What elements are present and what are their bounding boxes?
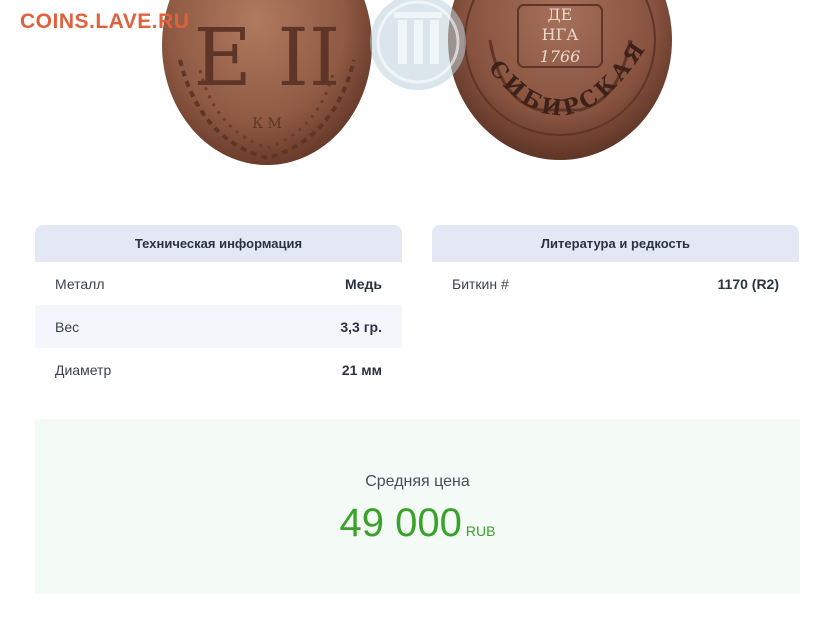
literature-row: Биткин # 1170 (R2)	[432, 262, 799, 305]
obverse-monogram: Е II	[193, 11, 340, 104]
coin-obverse: Е II К М	[162, 0, 372, 165]
tech-info-row: Металл Медь	[35, 262, 402, 305]
row-value: Медь	[345, 275, 382, 292]
tech-info-title: Техническая информация	[35, 225, 402, 262]
literature-title: Литература и редкость	[432, 225, 799, 262]
row-value: 21 мм	[341, 361, 382, 378]
tech-info-row: Диаметр 21 мм	[35, 348, 402, 391]
row-label: Металл	[55, 275, 105, 292]
tech-info-row: Вес 3,3 гр.	[35, 305, 402, 348]
tech-info-card: Техническая информация Металл Медь Вес 3…	[35, 225, 402, 391]
obverse-mint-mark: К М	[252, 116, 282, 132]
row-label: Вес	[55, 318, 80, 335]
reverse-year: 1766	[540, 47, 581, 66]
reverse-denomination-2: НГА	[542, 25, 579, 44]
average-price: 49 000 RUB	[35, 501, 800, 546]
price-value: 49 000	[339, 501, 462, 545]
literature-card: Литература и редкость Биткин # 1170 (R2)	[432, 225, 799, 305]
price-currency: RUB	[465, 523, 496, 539]
average-price-label: Средняя цена	[365, 473, 470, 490]
row-label: Биткин #	[452, 275, 509, 292]
reverse-denomination-1: ДЕ	[548, 5, 573, 24]
row-value: 3,3 гр.	[340, 318, 382, 335]
row-value: 1170 (R2)	[717, 275, 779, 292]
average-price-box: Средняя цена 49 000 RUB	[35, 419, 800, 594]
site-watermark: COINS.LAVE.RU	[20, 10, 190, 33]
row-label: Диаметр	[55, 361, 112, 378]
coins-lave-logo-icon	[370, 0, 466, 90]
